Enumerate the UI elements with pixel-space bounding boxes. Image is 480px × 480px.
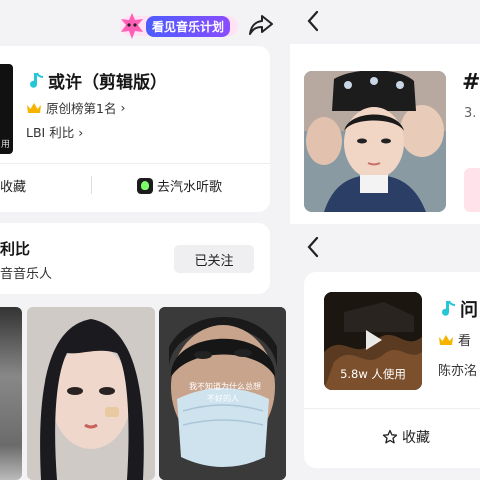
music-plan-label: 看见音乐计划 bbox=[146, 15, 231, 37]
collect-button[interactable]: 收藏 bbox=[382, 427, 430, 447]
star-icon bbox=[382, 429, 398, 444]
crown-icon bbox=[27, 102, 41, 113]
rank-row[interactable]: 看 bbox=[438, 330, 471, 349]
girl-portrait-image bbox=[27, 307, 155, 480]
song-card[interactable]: 用 或许（剪辑版） 原创榜第1名 › LBI 利比 › 收藏 去汽水听歌 bbox=[0, 46, 270, 212]
rank-text: 看 bbox=[458, 334, 472, 349]
artist-subtitle: 音音乐人 bbox=[0, 267, 53, 282]
qishui-label: 去汽水听歌 bbox=[157, 180, 223, 195]
divider bbox=[304, 408, 480, 409]
video-caption-line1: 我不知道为什么总想 bbox=[189, 381, 261, 391]
song-title: 问 bbox=[460, 300, 478, 321]
qishui-listen-button[interactable]: 去汽水听歌 bbox=[137, 176, 222, 195]
music-note-icon bbox=[30, 72, 44, 88]
song-title: 或许（剪辑版） bbox=[48, 73, 167, 93]
divider bbox=[0, 163, 270, 164]
video-thumbnail[interactable] bbox=[0, 307, 22, 480]
back-arrow-icon[interactable] bbox=[306, 10, 320, 32]
song-title-row[interactable]: 问 bbox=[440, 296, 478, 322]
song-artist: LBI 利比 bbox=[26, 125, 75, 140]
artist-row[interactable]: LBI 利比 › bbox=[26, 122, 83, 141]
video-thumbnail[interactable] bbox=[27, 307, 155, 480]
video-caption-line2: 不好的人 bbox=[207, 393, 239, 403]
cover-corner-text: 用 bbox=[1, 140, 11, 150]
music-note-icon bbox=[442, 300, 456, 316]
music-plan-badge[interactable]: 看见音乐计划 bbox=[120, 13, 239, 39]
vertical-divider bbox=[91, 176, 92, 194]
song-artist[interactable]: 陈亦洺 bbox=[438, 360, 477, 379]
follow-button[interactable]: 已关注 bbox=[174, 245, 254, 273]
back-arrow-icon[interactable] bbox=[306, 236, 320, 258]
right-screen: # 3. 5.8w 人使用 问 看 陈亦洺 收藏 bbox=[290, 0, 480, 480]
costume-drama-image bbox=[304, 71, 446, 212]
rank-row[interactable]: 原创榜第1名 › bbox=[26, 98, 125, 117]
topic-cover-image[interactable] bbox=[304, 71, 446, 212]
song-title-row[interactable]: 或许（剪辑版） bbox=[28, 68, 167, 93]
song-cover[interactable]: 5.8w 人使用 bbox=[324, 292, 422, 390]
collect-label: 收藏 bbox=[402, 430, 430, 446]
video-thumbnail[interactable]: 我不知道为什么总想 不好的人 bbox=[159, 307, 286, 480]
topic-title: # bbox=[462, 70, 480, 95]
play-icon bbox=[366, 330, 382, 350]
topic-count: 3. bbox=[464, 106, 477, 121]
artist-name: 利比 bbox=[0, 240, 31, 258]
masked-boy-image: 我不知道为什么总想 不好的人 bbox=[159, 307, 286, 480]
artist-card[interactable]: 利比 音音乐人 已关注 bbox=[0, 223, 270, 294]
left-screen: 看见音乐计划 用 或许（剪辑版） 原创榜第1名 › LBI 利比 › 收藏 去汽… bbox=[0, 0, 290, 480]
qishui-logo-icon bbox=[137, 177, 153, 194]
collect-button[interactable]: 收藏 bbox=[0, 176, 26, 195]
pink-mascot-icon bbox=[121, 13, 143, 39]
chevron-right-icon: › bbox=[120, 100, 126, 115]
crown-icon bbox=[439, 334, 453, 345]
usage-count: 5.8w 人使用 bbox=[340, 367, 406, 381]
video-strip: 我不知道为什么总想 不好的人 bbox=[0, 307, 290, 480]
share-icon[interactable] bbox=[248, 13, 274, 37]
chevron-right-icon: › bbox=[78, 125, 84, 140]
rank-text: 原创榜第1名 bbox=[46, 101, 117, 116]
song-cover[interactable]: 用 bbox=[0, 64, 13, 154]
topic-action-button[interactable] bbox=[464, 168, 480, 212]
